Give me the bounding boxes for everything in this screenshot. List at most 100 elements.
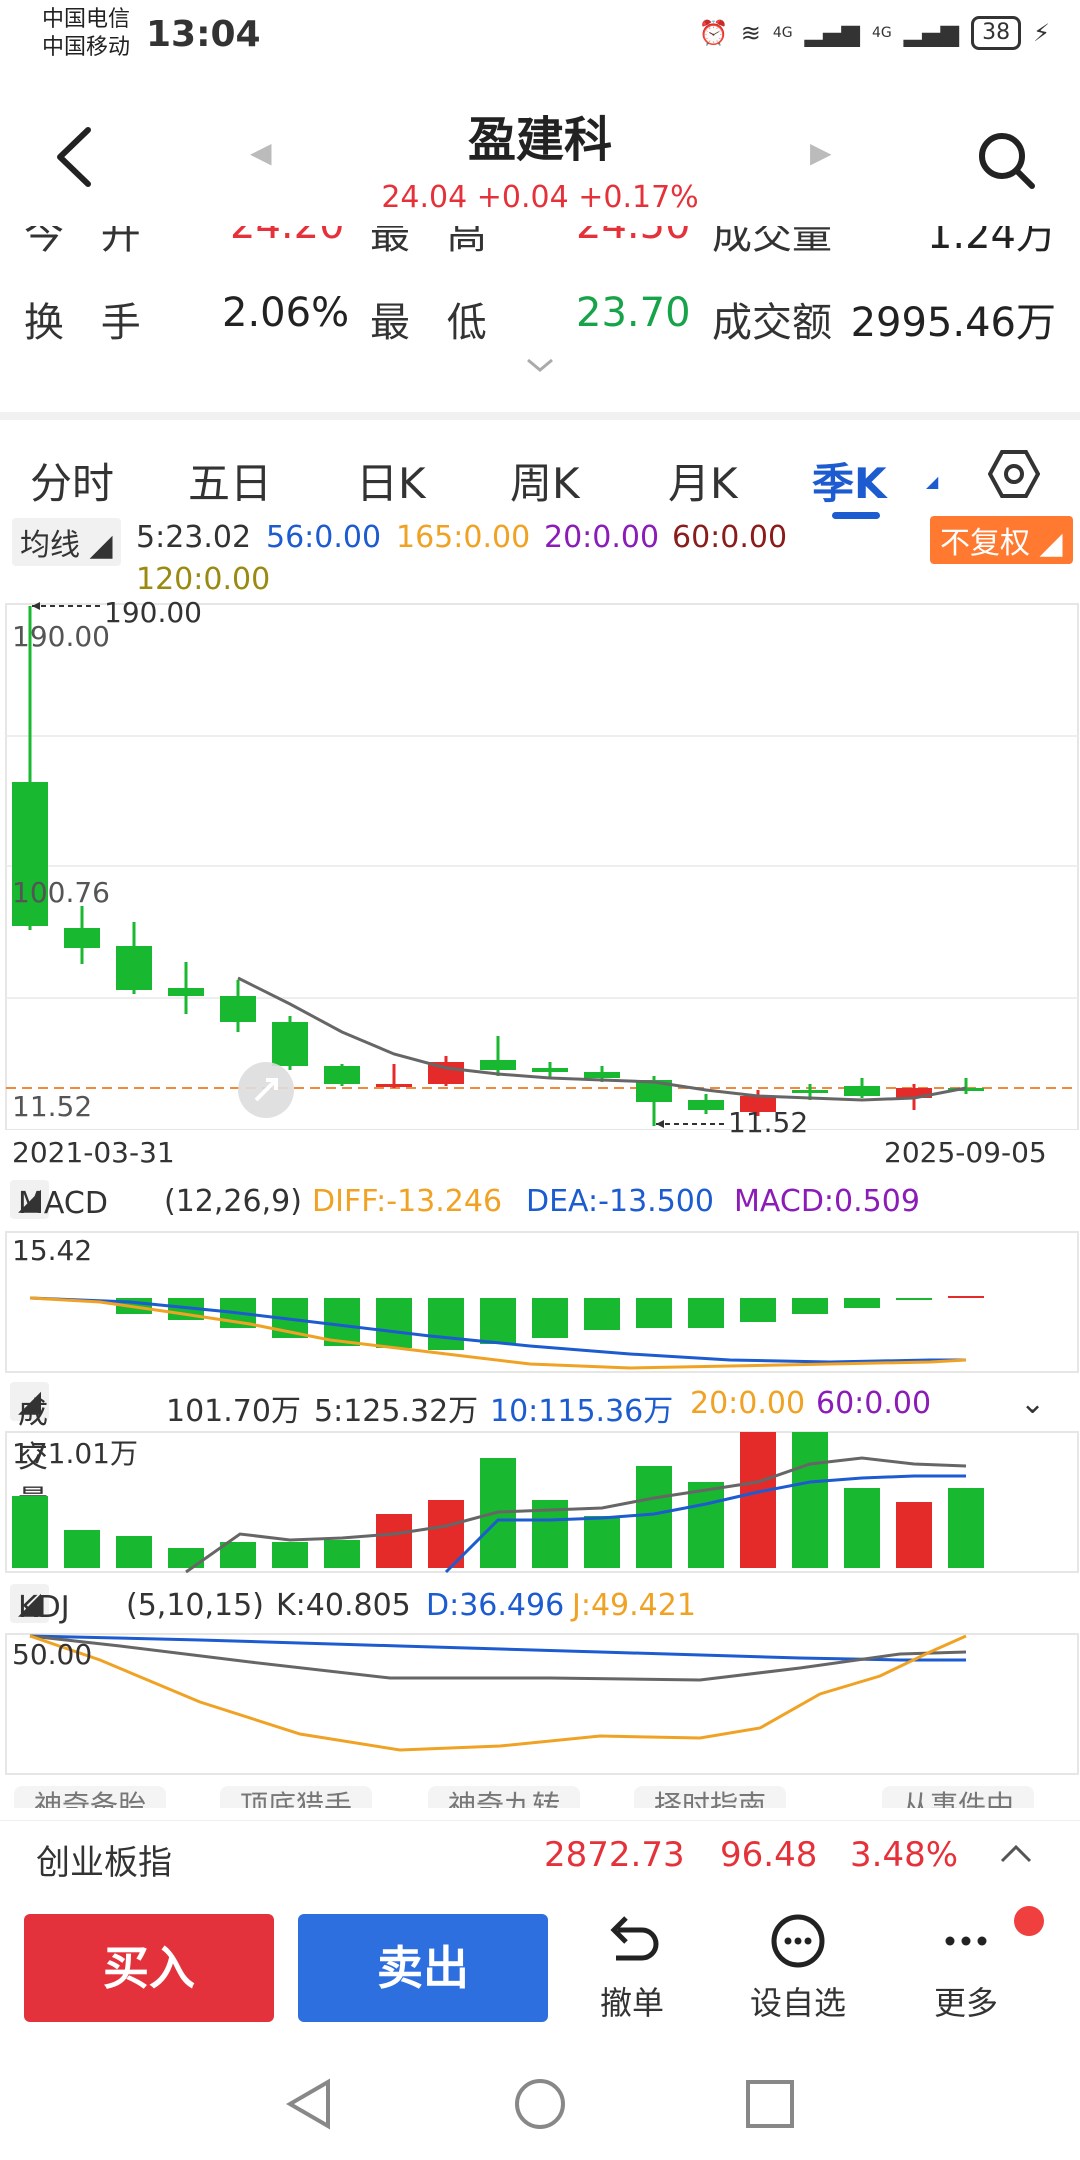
- carrier-info: 中国电信 中国移动: [42, 6, 130, 62]
- ma120-value: 120:0.00: [136, 562, 271, 597]
- tab-five-day[interactable]: 五日: [188, 450, 272, 511]
- more-button[interactable]: 更多: [906, 1906, 1044, 2024]
- search-icon[interactable]: [974, 128, 1038, 192]
- quote-row-1: 今 开 24.20 最 高 24.50 成交量 1.24万: [0, 226, 1080, 274]
- nav-back-icon[interactable]: [282, 2076, 338, 2132]
- d-line: [29, 1634, 966, 1662]
- macd-dea: DEA:-13.500: [526, 1184, 714, 1219]
- ma165-value: 165:0.00: [396, 520, 531, 555]
- price-change: +0.04: [476, 180, 569, 215]
- macd-chart[interactable]: [0, 1230, 1080, 1374]
- low-label: 最 低: [370, 300, 499, 346]
- status-bar: 中国电信 中国移动 13:04 ⏰ ≋ 4G ▂▄▆ 4G ▂▄▆ 38 ⚡: [0, 0, 1080, 70]
- high-label: 最 高: [370, 226, 499, 258]
- tab-quarterly-k[interactable]: 季K: [812, 450, 887, 511]
- system-nav-bar: [0, 2060, 1080, 2150]
- open-label: 今 开: [24, 226, 153, 258]
- price-line: 24.04 +0.04 +0.17%: [0, 180, 1080, 215]
- kdj-mid-label: 50.00: [12, 1638, 93, 1671]
- tab-daily-k[interactable]: 日K: [356, 450, 426, 511]
- more-dots-icon: [945, 1936, 987, 1946]
- macd-params: (12,26,9): [164, 1184, 302, 1219]
- watchlist-dots-icon: [771, 1914, 825, 1968]
- cancel-order-button[interactable]: 撤单: [572, 1912, 692, 2024]
- candle: [584, 1072, 620, 1078]
- status-icons: ⏰ ≋ 4G ▂▄▆ 4G ▂▄▆ 38 ⚡: [699, 16, 1050, 50]
- buy-button[interactable]: 买入: [24, 1914, 274, 2022]
- ma56-value: 56:0.00: [266, 520, 382, 555]
- macd-selector-button[interactable]: MACD ◢: [10, 1180, 108, 1221]
- ma-selector-button[interactable]: 均线 ◢: [12, 518, 121, 566]
- kdj-legend: KDJ ◢ (5,10,15) K:40.805 D:36.496 J:49.4…: [0, 1582, 1080, 1632]
- volume-chart[interactable]: [0, 1430, 1080, 1574]
- volume-selector-button[interactable]: 成交量 ◢: [10, 1382, 50, 1519]
- kline-chart[interactable]: [0, 600, 1080, 1130]
- sell-button[interactable]: 卖出: [298, 1914, 548, 2022]
- kline-max-label: 190.00: [12, 620, 110, 653]
- kdj-selector-button[interactable]: KDJ ◢: [10, 1584, 70, 1625]
- tab-monthly-k[interactable]: 月K: [668, 450, 738, 511]
- volume-label: 成交量: [712, 226, 832, 258]
- open-value: 24.20: [230, 226, 345, 248]
- volume-ma5: 5:125.32万: [314, 1394, 479, 1429]
- kdj-chart[interactable]: [0, 1632, 1080, 1776]
- volume-legend: 成交量 ◢ 101.70万 5:125.32万 10:115.36万 20:0.…: [0, 1380, 1080, 1519]
- expand-chevron-icon[interactable]: [524, 356, 556, 376]
- nav-recents-icon[interactable]: [742, 2076, 798, 2132]
- network-1-label: 4G: [772, 25, 793, 41]
- expand-up-chevron-icon[interactable]: [998, 1841, 1034, 1865]
- battery-icon: 38: [971, 16, 1022, 50]
- candle: [168, 988, 204, 996]
- kdj-j: J:49.421: [572, 1588, 696, 1623]
- period-tabs: 分时 五日 日K 周K 月K 季K ◢: [0, 412, 1080, 519]
- volume-current: 101.70万: [166, 1394, 301, 1429]
- date-start: 2021-03-31: [12, 1136, 175, 1169]
- volume-ma60: 60:0.00: [816, 1386, 932, 1421]
- stock-name: 盈建科: [467, 112, 612, 168]
- carrier-2: 中国移动: [42, 35, 131, 60]
- macd-max-label: 15.42: [12, 1234, 93, 1267]
- low-value: 23.70: [576, 290, 691, 336]
- candle: [272, 1022, 308, 1066]
- candle: [688, 1100, 724, 1110]
- volume-ma20: 20:0.00: [690, 1386, 806, 1421]
- candle: [844, 1086, 880, 1096]
- strip-tab-2[interactable]: 顶底猎手: [220, 1786, 373, 1808]
- macd-diff: DIFF:-13.246: [312, 1184, 503, 1219]
- volume-ma10: 10:115.36万: [490, 1394, 674, 1429]
- nav-home-icon[interactable]: [512, 2076, 568, 2132]
- kline-max-marker: 190.00: [104, 596, 202, 629]
- ma20-value: 20:0.00: [544, 520, 660, 555]
- tab-weekly-k[interactable]: 周K: [510, 450, 580, 511]
- macd-button-label: MACD: [18, 1186, 108, 1221]
- wifi-icon: ≋: [740, 19, 761, 47]
- settings-hexagon-icon[interactable]: [988, 448, 1040, 500]
- index-ticker-bar[interactable]: 创业板指 2872.73 96.48 3.48%: [0, 1820, 1080, 1890]
- collapse-chevron-icon[interactable]: ⌄: [1020, 1386, 1045, 1421]
- strip-tab-5[interactable]: 从事件中: [882, 1786, 1035, 1808]
- turnover-value: 2.06%: [222, 290, 350, 336]
- more-label: 更多: [933, 1984, 998, 2022]
- macd-value: MACD:0.509: [734, 1184, 920, 1219]
- amount-value: 2995.46万: [850, 300, 1056, 346]
- clock: 13:04: [146, 14, 261, 55]
- adjust-type-label: 不复权: [940, 526, 1030, 561]
- next-stock-arrow-icon[interactable]: ▶: [810, 136, 832, 169]
- candle: [64, 928, 100, 948]
- volume-bars: [12, 1432, 984, 1568]
- adjust-type-button[interactable]: 不复权 ◢: [930, 516, 1073, 564]
- candle: [220, 996, 256, 1022]
- macd-bars: [116, 1298, 932, 1350]
- tab-intraday[interactable]: 分时: [30, 450, 114, 511]
- candle: [376, 1084, 412, 1087]
- turnover-label: 换 手: [24, 300, 153, 346]
- strip-tab-1[interactable]: 神奇备胎: [14, 1786, 167, 1808]
- strip-tab-4[interactable]: 择时指南: [634, 1786, 787, 1808]
- cancel-order-label: 撤单: [599, 1984, 664, 2022]
- add-watchlist-button[interactable]: 设自选: [738, 1912, 858, 2024]
- strip-tab-3[interactable]: 神奇九转: [428, 1786, 581, 1808]
- trade-action-bar: 买入 卖出 撤单 设自选 更多: [0, 1898, 1080, 2038]
- tab-dropdown-icon[interactable]: ◢: [926, 472, 938, 491]
- kdj-k: K:40.805: [276, 1588, 411, 1623]
- price-change-pct: +0.17%: [578, 180, 699, 215]
